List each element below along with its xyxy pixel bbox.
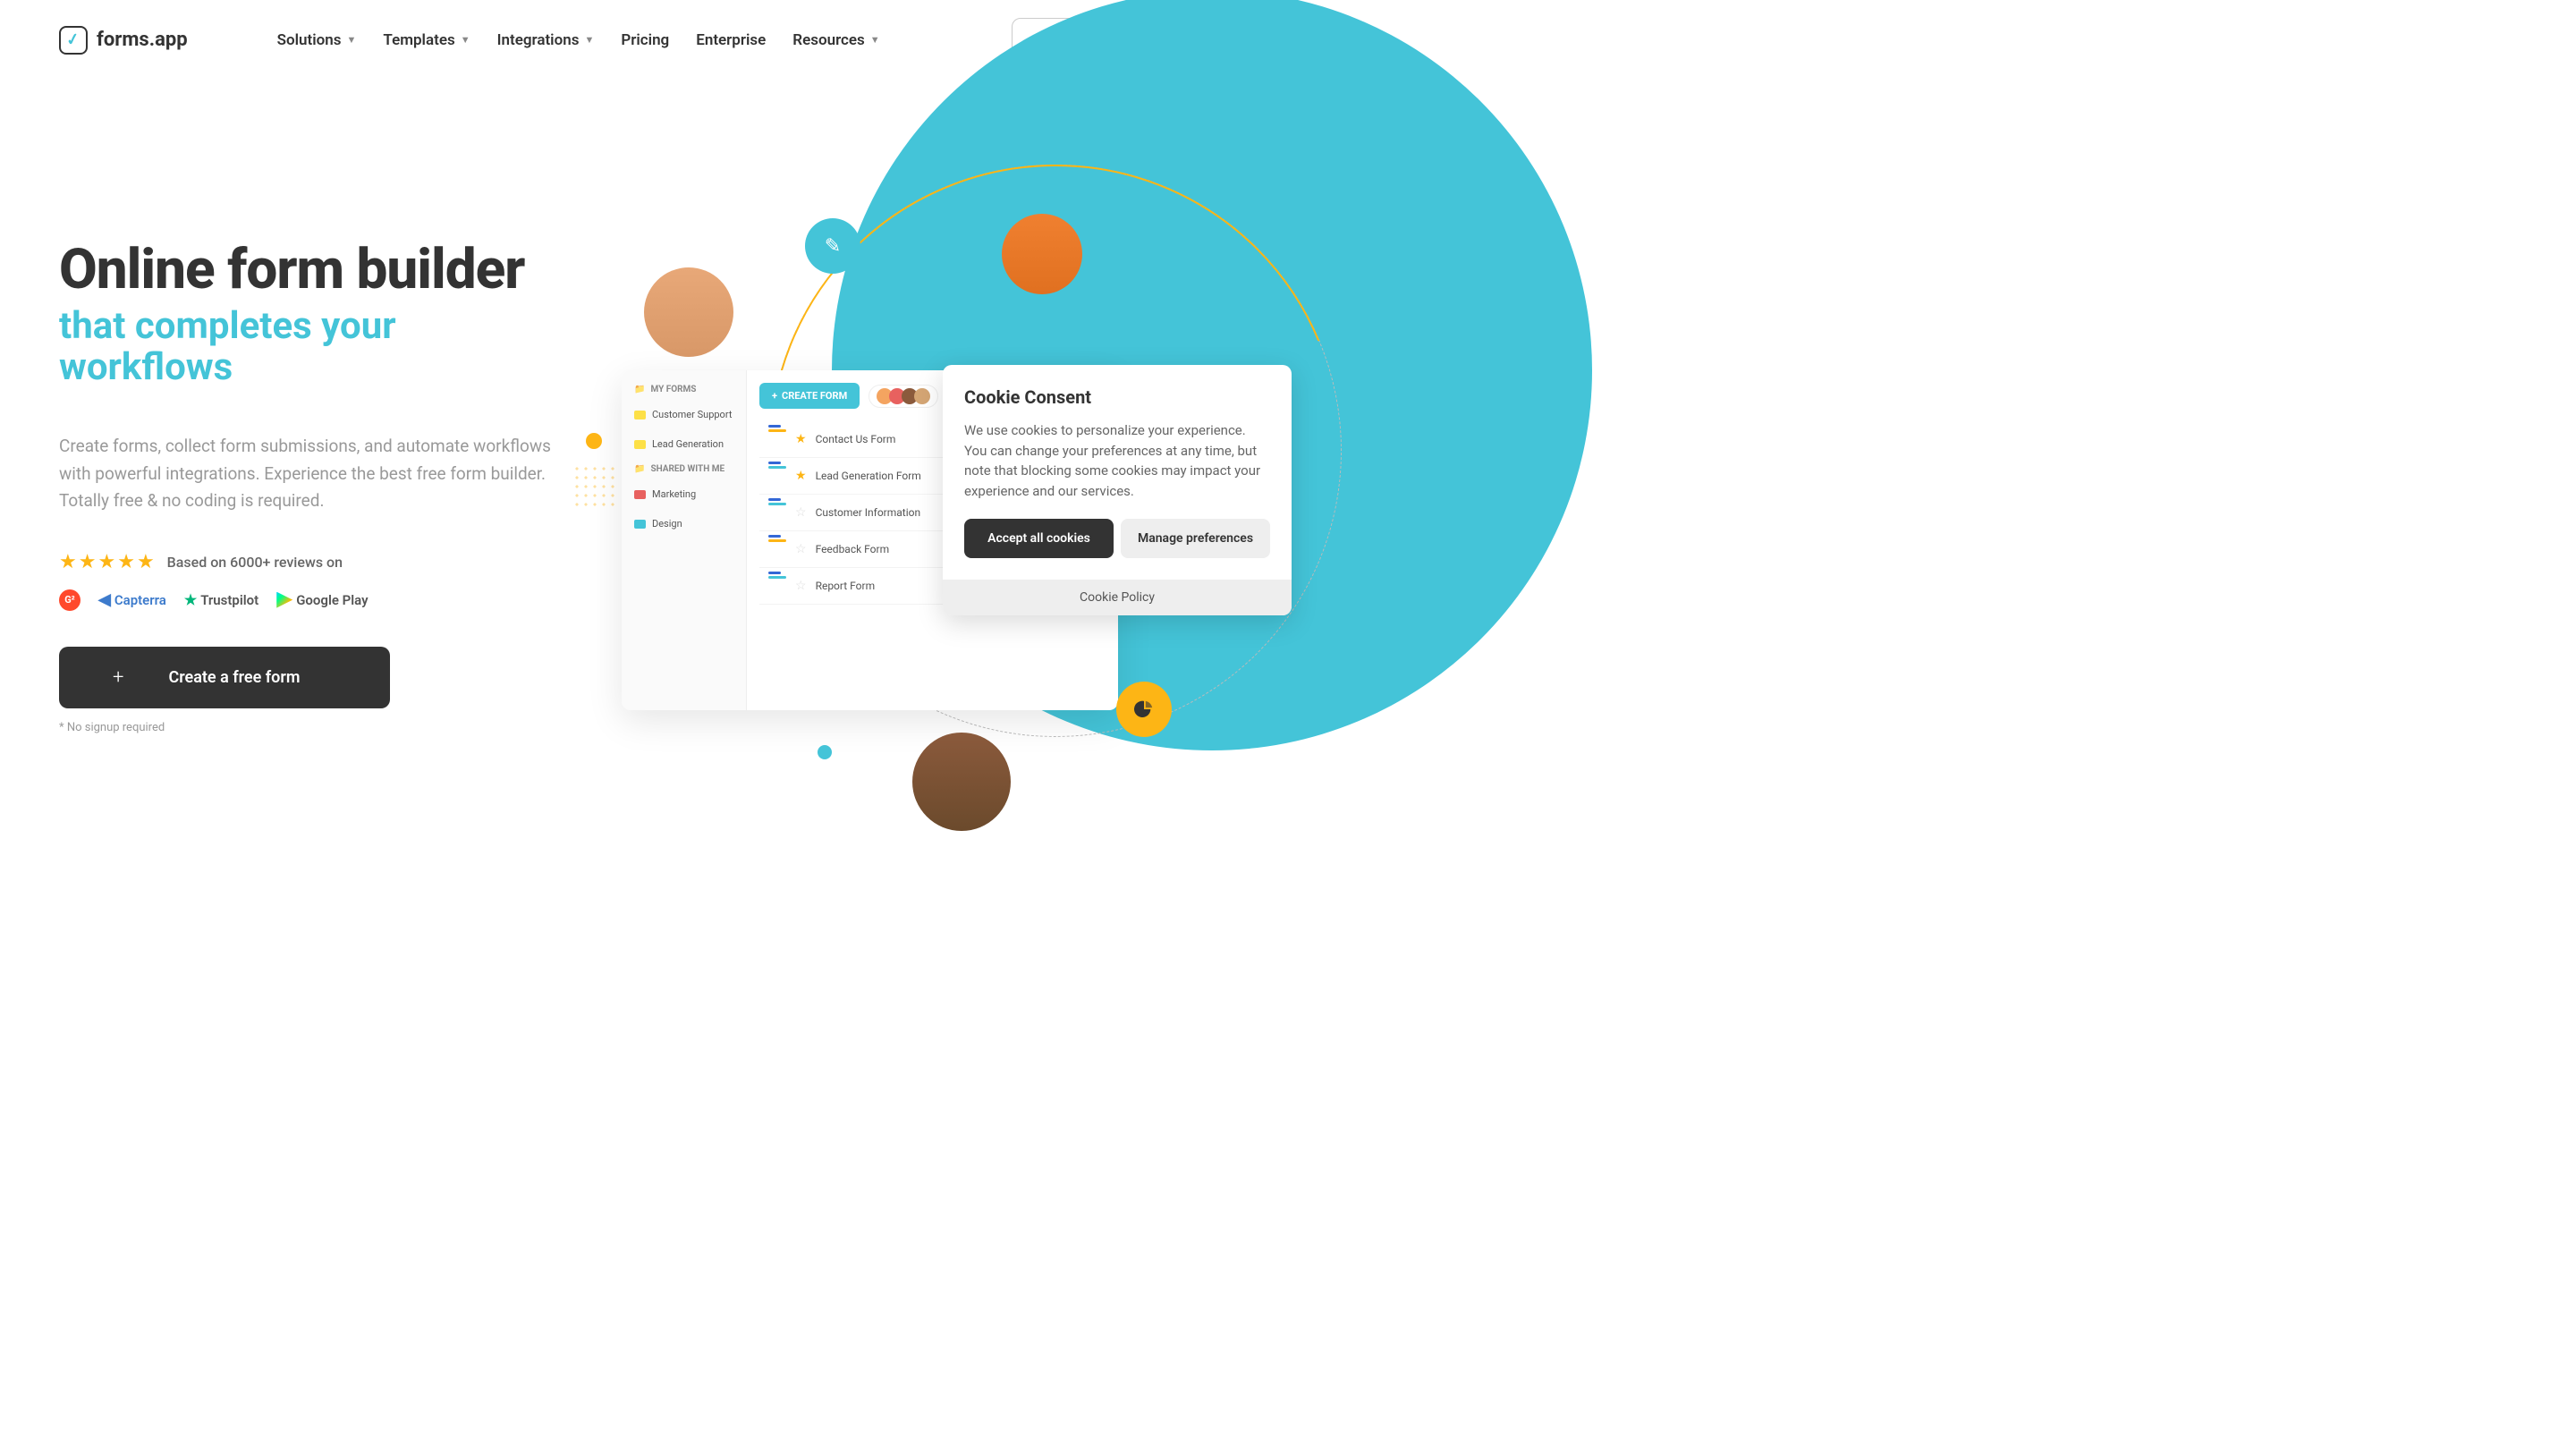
hero-title: Online form builder <box>59 241 578 299</box>
avatar <box>1002 214 1082 294</box>
star-icon: ☆ <box>795 579 807 593</box>
cookie-consent-dialog: Cookie Consent We use cookies to persona… <box>943 365 1292 615</box>
trustpilot-logo[interactable]: ★Trustpilot <box>184 591 258 608</box>
googleplay-logo[interactable]: Google Play <box>276 592 368 608</box>
sidebar-item[interactable]: Customer Support <box>622 400 746 429</box>
hero-subtitle: that completes your workflows <box>59 306 578 388</box>
star-icon: ★ <box>795 432 807 446</box>
logo-icon: ✓ <box>59 26 88 55</box>
star-icon: ★ <box>59 551 77 573</box>
pencil-icon: ✎ <box>805 218 860 274</box>
logo[interactable]: ✓ forms.app <box>59 26 188 55</box>
mock-sidebar: 📁MY FORMS Customer Support Lead Generati… <box>622 370 747 710</box>
sidebar-header: 📁MY FORMS <box>622 379 746 400</box>
avatar <box>644 267 733 357</box>
logo-text: forms.app <box>97 29 188 51</box>
nav-integrations[interactable]: Integrations▼ <box>497 31 595 49</box>
avatar <box>912 733 1011 831</box>
star-icon: ☆ <box>795 542 807 556</box>
sidebar-header: 📁SHARED WITH ME <box>622 459 746 479</box>
nav-templates[interactable]: Templates▼ <box>383 31 470 49</box>
nav-enterprise[interactable]: Enterprise <box>696 31 766 49</box>
stars: ★ ★ ★ ★ ★ <box>59 551 155 573</box>
chevron-down-icon: ▼ <box>461 34 470 46</box>
rating-text: Based on 6000+ reviews on <box>167 554 343 571</box>
cookie-text: We use cookies to personalize your exper… <box>964 420 1270 501</box>
g2-logo[interactable]: G² <box>59 589 80 611</box>
nav-resources[interactable]: Resources▼ <box>792 31 879 49</box>
create-form-button[interactable]: +CREATE FORM <box>759 383 860 409</box>
dot-decoration <box>586 433 602 449</box>
star-icon: ☆ <box>795 505 807 520</box>
plus-icon: + <box>113 666 123 689</box>
hero-description: Create forms, collect form submissions, … <box>59 433 560 514</box>
capterra-logo[interactable]: ◀Capterra <box>98 590 166 609</box>
chevron-down-icon: ▼ <box>870 34 880 46</box>
hero-content: Online form builder that completes your … <box>59 151 578 734</box>
cookie-policy-link[interactable]: Cookie Policy <box>943 580 1292 615</box>
manage-preferences-button[interactable]: Manage preferences <box>1121 519 1270 558</box>
collaborators[interactable] <box>869 385 938 408</box>
star-icon: ★ <box>79 551 97 573</box>
star-icon: ★ <box>117 551 135 573</box>
dots-decoration <box>572 464 617 509</box>
sidebar-item[interactable]: Marketing <box>622 479 746 509</box>
rating: ★ ★ ★ ★ ★ Based on 6000+ reviews on <box>59 551 578 573</box>
dot-decoration <box>818 745 832 759</box>
nav: Solutions▼ Templates▼ Integrations▼ Pric… <box>277 31 880 49</box>
cta-note: * No signup required <box>59 721 578 734</box>
review-logos: G² ◀Capterra ★Trustpilot Google Play <box>59 589 578 611</box>
create-form-cta[interactable]: + Create a free form <box>59 647 390 708</box>
chevron-down-icon: ▼ <box>584 34 594 46</box>
pie-chart-icon <box>1116 682 1172 737</box>
star-icon: ★ <box>137 551 155 573</box>
star-icon: ★ <box>795 469 807 483</box>
nav-pricing[interactable]: Pricing <box>621 31 669 49</box>
nav-solutions[interactable]: Solutions▼ <box>277 31 357 49</box>
sidebar-item[interactable]: Design <box>622 509 746 538</box>
accept-cookies-button[interactable]: Accept all cookies <box>964 519 1114 558</box>
cookie-title: Cookie Consent <box>964 386 1270 408</box>
chevron-down-icon: ▼ <box>347 34 357 46</box>
star-icon: ★ <box>97 551 115 573</box>
sidebar-item[interactable]: Lead Generation <box>622 429 746 459</box>
